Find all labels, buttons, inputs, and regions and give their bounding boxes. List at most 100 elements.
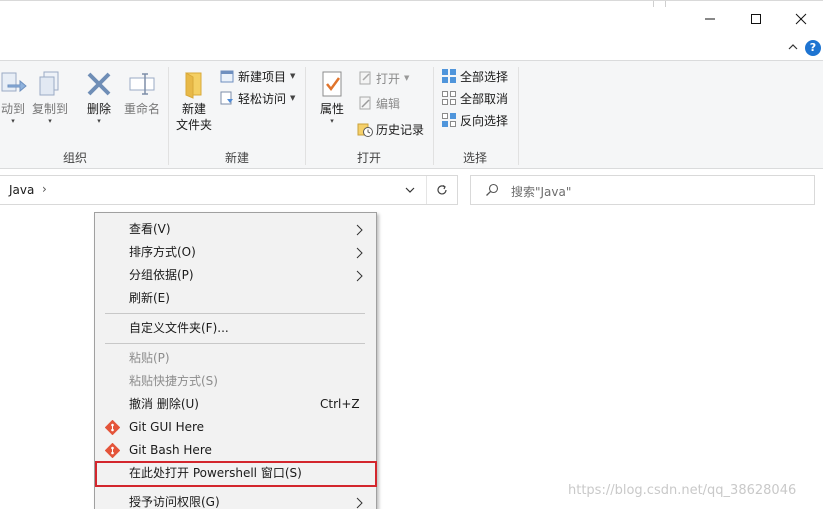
menu-item-paste-shortcut[interactable]: 粘贴快捷方式(S) <box>95 370 376 393</box>
new-item-label: 新建项目 <box>238 69 287 84</box>
open-icon <box>359 71 371 85</box>
help-icon[interactable]: ? <box>805 40 821 56</box>
menu-item-paste-shortcut-label: 粘贴快捷方式(S) <box>129 374 218 388</box>
new-folder-button[interactable]: 新建 文件夹 <box>174 67 214 133</box>
select-none-label: 全部取消 <box>460 91 509 106</box>
search-placeholder: 搜索"Java" <box>511 185 572 199</box>
menu-item-group-by[interactable]: 分组依据(P) <box>95 264 376 287</box>
title-divider <box>653 1 654 7</box>
git-icon <box>105 420 120 435</box>
chevron-right-icon <box>356 270 363 282</box>
open-label: 打开 <box>376 71 401 86</box>
menu-item-refresh-label: 刷新(E) <box>129 291 170 305</box>
breadcrumb-separator[interactable]: › <box>42 182 47 196</box>
menu-item-view[interactable]: 查看(V) <box>95 218 376 241</box>
menu-item-undo-delete[interactable]: 撤消 删除(U) Ctrl+Z <box>95 393 376 416</box>
edit-label: 编辑 <box>376 96 401 111</box>
menu-item-git-bash-label: Git Bash Here <box>129 443 212 457</box>
new-item-icon <box>220 70 234 83</box>
title-bar <box>0 0 823 36</box>
select-none-icon <box>442 91 456 105</box>
chevron-right-icon <box>356 224 363 236</box>
delete-x-icon <box>87 72 111 96</box>
history-icon <box>357 123 373 137</box>
copy-to-button[interactable]: 复制到 ▾ <box>30 67 70 125</box>
close-button[interactable] <box>778 5 823 33</box>
history-button[interactable]: 历史记录 <box>357 118 424 140</box>
group-separator <box>518 67 519 165</box>
select-all-button[interactable]: 全部选择 <box>441 65 508 87</box>
select-all-icon <box>442 69 456 83</box>
rename-label: 重命名 <box>123 102 160 116</box>
invert-selection-button[interactable]: 反向选择 <box>441 109 508 131</box>
new-folder-label-line2: 文件夹 <box>175 118 212 132</box>
menu-separator <box>105 343 365 344</box>
group-separator <box>168 67 169 165</box>
copy-to-icon <box>39 71 59 96</box>
menu-item-paste-label: 粘贴(P) <box>129 351 170 365</box>
chevron-right-icon <box>356 247 363 259</box>
properties-label: 属性 <box>319 102 344 116</box>
menu-item-customize-folder[interactable]: 自定义文件夹(F)... <box>95 317 376 340</box>
move-to-label: 动到 <box>0 102 25 116</box>
group-label-new: 新建 <box>224 151 249 165</box>
invert-selection-icon <box>442 113 456 127</box>
easy-access-label: 轻松访问 <box>238 91 287 106</box>
group-label-organize: 组织 <box>62 151 87 165</box>
new-item-dropdown-icon: ▼ <box>290 72 296 80</box>
menu-item-undo-shortcut: Ctrl+Z <box>320 397 360 411</box>
menu-item-group-by-label: 分组依据(P) <box>129 268 194 282</box>
rename-button[interactable]: 重命名 <box>121 67 163 117</box>
ribbon: 动到 ▾ 复制到 ▾ 删除 ▾ 重命名 组织 新建 文件夹 新建项目 ▼ 轻松访… <box>0 60 823 169</box>
close-icon <box>795 13 807 25</box>
ribbon-tab-row: ? <box>0 36 823 60</box>
address-bar[interactable]: Java › <box>0 175 458 205</box>
maximize-icon <box>751 14 761 24</box>
search-icon <box>486 183 499 196</box>
properties-caret: ▾ <box>330 117 334 125</box>
menu-item-sort-by[interactable]: 排序方式(O) <box>95 241 376 264</box>
properties-icon <box>322 71 342 97</box>
easy-access-button[interactable]: 轻松访问 ▼ <box>219 87 295 109</box>
copy-to-caret: ▾ <box>48 117 52 125</box>
edit-button[interactable]: 编辑 <box>357 92 400 114</box>
delete-caret: ▾ <box>97 117 101 125</box>
menu-item-git-bash[interactable]: Git Bash Here <box>95 439 376 462</box>
chevron-up-icon[interactable] <box>787 41 799 53</box>
watermark: https://blog.csdn.net/qq_38628046 <box>568 483 797 498</box>
new-folder-icon <box>185 72 202 99</box>
maximize-button[interactable] <box>733 5 779 33</box>
chevron-down-icon[interactable] <box>404 184 416 196</box>
open-dropdown-icon: ▼ <box>404 74 410 82</box>
delete-button[interactable]: 删除 ▾ <box>82 67 116 125</box>
menu-item-refresh[interactable]: 刷新(E) <box>95 287 376 310</box>
breadcrumb-java[interactable]: Java <box>9 183 34 197</box>
group-separator <box>305 67 306 165</box>
group-separator <box>433 67 434 165</box>
menu-separator <box>105 313 365 314</box>
invert-selection-label: 反向选择 <box>460 113 509 128</box>
search-box[interactable]: 搜索"Java" <box>470 175 815 205</box>
refresh-icon <box>437 184 447 195</box>
minimize-icon <box>705 18 715 20</box>
move-to-button[interactable]: 动到 ▾ <box>0 67 32 125</box>
menu-item-give-access[interactable]: 授予访问权限(G) <box>95 491 376 509</box>
menu-item-undo-delete-label: 撤消 删除(U) <box>129 397 199 411</box>
select-none-button[interactable]: 全部取消 <box>441 87 508 109</box>
menu-item-sort-by-label: 排序方式(O) <box>129 245 196 259</box>
easy-access-dropdown-icon: ▼ <box>290 94 296 102</box>
open-button[interactable]: 打开 ▼ <box>357 67 409 89</box>
chevron-right-icon <box>356 497 363 509</box>
new-item-button[interactable]: 新建项目 ▼ <box>219 65 295 87</box>
properties-button[interactable]: 属性 ▾ <box>313 67 351 125</box>
history-label: 历史记录 <box>376 122 425 137</box>
title-divider <box>665 1 666 7</box>
menu-item-git-gui[interactable]: Git GUI Here <box>95 416 376 439</box>
git-icon <box>105 443 120 458</box>
refresh-button[interactable] <box>426 176 457 204</box>
menu-item-customize-folder-label: 自定义文件夹(F)... <box>129 321 229 335</box>
minimize-button[interactable] <box>687 5 733 33</box>
menu-item-paste[interactable]: 粘贴(P) <box>95 347 376 370</box>
menu-item-give-access-label: 授予访问权限(G) <box>129 495 220 509</box>
powershell-highlight-box <box>95 461 377 487</box>
